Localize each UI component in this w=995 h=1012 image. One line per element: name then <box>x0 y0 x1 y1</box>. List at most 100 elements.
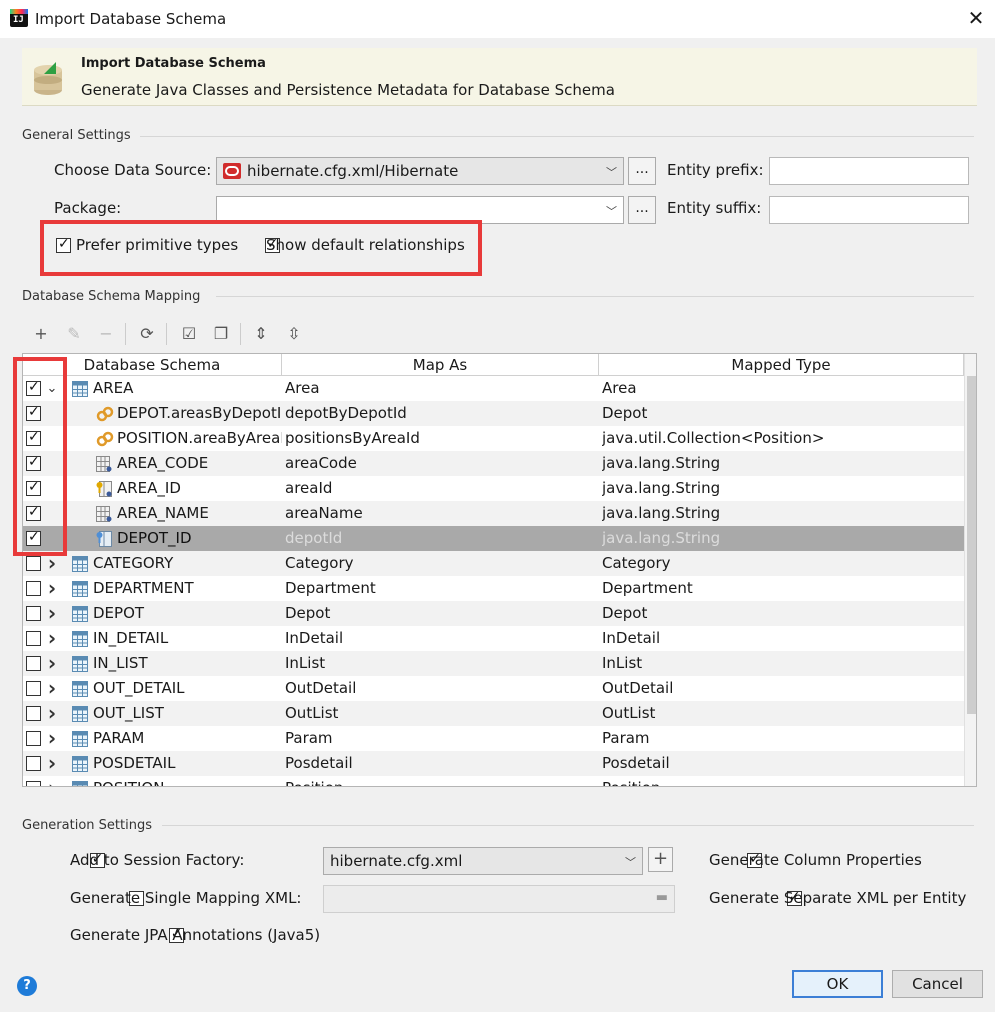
prefer-primitive-checkbox[interactable] <box>56 236 71 253</box>
package-browse-button[interactable]: ... <box>628 196 656 224</box>
relationship-icon <box>96 406 114 422</box>
chevron-right-icon[interactable]: › <box>45 751 59 776</box>
cell-map-as[interactable]: OutList <box>285 701 597 726</box>
table-row[interactable]: AREA_NAME areaNamejava.lang.String <box>23 501 964 526</box>
row-checkbox[interactable] <box>26 606 41 621</box>
cell-map-as[interactable]: OutDetail <box>285 676 597 701</box>
cell-mapped-type[interactable]: Position <box>602 776 962 786</box>
edit-icon[interactable]: ✎ <box>63 323 85 345</box>
cell-mapped-type[interactable]: InDetail <box>602 626 962 651</box>
cell-mapped-type[interactable]: java.lang.String <box>602 476 962 501</box>
data-source-combo[interactable]: hibernate.cfg.xml/Hibernate ﹀ <box>216 157 624 185</box>
cell-map-as[interactable]: depotId <box>285 526 597 551</box>
cell-map-as[interactable]: depotByDepotId <box>285 401 597 426</box>
column-header-mapped-type[interactable]: Mapped Type <box>599 354 964 376</box>
ok-button[interactable]: OK <box>792 970 883 998</box>
table-row[interactable]: › PARAM Param Param <box>23 726 964 751</box>
session-factory-combo[interactable]: hibernate.cfg.xml ﹀ <box>323 847 643 875</box>
table-row[interactable]: DEPOT.areasByDepotIddepotByDepotIdDepot <box>23 401 964 426</box>
table-row[interactable]: ⌄AREAAreaArea <box>23 376 964 401</box>
table-row[interactable]: › POSDETAIL Posdetail Posdetail <box>23 751 964 776</box>
check-all-icon[interactable]: ☑ <box>178 323 200 345</box>
uncheck-all-icon[interactable]: ❐ <box>210 323 232 345</box>
cancel-button[interactable]: Cancel <box>892 970 983 998</box>
chevron-right-icon[interactable]: › <box>45 651 59 676</box>
table-row[interactable]: ›POSITIONPositionPosition <box>23 776 964 786</box>
cell-schema: CATEGORY <box>93 554 174 572</box>
cell-mapped-type[interactable]: java.lang.String <box>602 501 962 526</box>
row-checkbox[interactable] <box>26 781 41 786</box>
chevron-right-icon[interactable]: › <box>45 701 59 726</box>
remove-icon[interactable]: − <box>95 323 117 345</box>
cell-mapped-type[interactable]: Depot <box>602 601 962 626</box>
table-row[interactable]: › DEPOT Depot Depot <box>23 601 964 626</box>
entity-suffix-label: Entity suffix: <box>667 199 762 217</box>
row-checkbox[interactable] <box>26 581 41 596</box>
chevron-right-icon[interactable]: › <box>45 601 59 626</box>
cell-mapped-type[interactable]: java.lang.String <box>602 451 962 476</box>
cell-mapped-type[interactable]: Area <box>602 376 962 401</box>
column-header-map-as[interactable]: Map As <box>282 354 599 376</box>
chevron-right-icon[interactable]: › <box>45 576 59 601</box>
title-bar: IJ Import Database Schema ✕ <box>0 0 995 38</box>
entity-suffix-input[interactable] <box>769 196 969 224</box>
vertical-scrollbar[interactable] <box>964 354 976 786</box>
cell-mapped-type[interactable]: InList <box>602 651 962 676</box>
help-icon[interactable]: ? <box>17 976 37 996</box>
cell-map-as[interactable]: Category <box>285 551 597 576</box>
refresh-icon[interactable]: ⟳ <box>136 323 158 345</box>
chevron-right-icon[interactable]: › <box>45 776 59 786</box>
table-row[interactable]: › IN_LIST InList InList <box>23 651 964 676</box>
entity-prefix-input[interactable] <box>769 157 969 185</box>
cell-map-as[interactable]: areaName <box>285 501 597 526</box>
row-checkbox[interactable] <box>26 756 41 771</box>
toolbar-separator <box>125 323 126 345</box>
cell-map-as[interactable]: InDetail <box>285 626 597 651</box>
row-checkbox[interactable] <box>26 656 41 671</box>
row-checkbox[interactable] <box>26 631 41 646</box>
chevron-right-icon[interactable]: › <box>45 726 59 751</box>
row-checkbox[interactable] <box>26 556 41 571</box>
table-row[interactable]: AREA_ID areaIdjava.lang.String <box>23 476 964 501</box>
table-row[interactable]: › IN_DETAIL InDetail InDetail <box>23 626 964 651</box>
row-checkbox[interactable] <box>26 731 41 746</box>
cell-map-as[interactable]: Depot <box>285 601 597 626</box>
table-row[interactable]: › CATEGORY Category Category <box>23 551 964 576</box>
cell-mapped-type[interactable]: Department <box>602 576 962 601</box>
cell-mapped-type[interactable]: Depot <box>602 401 962 426</box>
add-icon[interactable]: + <box>30 323 52 345</box>
cell-map-as[interactable]: Area <box>285 376 597 401</box>
scrollbar-thumb[interactable] <box>967 376 976 714</box>
row-checkbox[interactable] <box>26 681 41 696</box>
cell-map-as[interactable]: areaId <box>285 476 597 501</box>
table-row[interactable]: › OUT_DETAIL OutDetail OutDetail <box>23 676 964 701</box>
cell-map-as[interactable]: Param <box>285 726 597 751</box>
data-source-browse-button[interactable]: ... <box>628 157 656 185</box>
chevron-right-icon[interactable]: › <box>45 676 59 701</box>
table-row[interactable]: › DEPARTMENT Department Department <box>23 576 964 601</box>
collapse-all-icon[interactable]: ⇳ <box>283 323 305 345</box>
table-row[interactable]: › OUT_LIST OutList OutList <box>23 701 964 726</box>
cell-map-as[interactable]: InList <box>285 651 597 676</box>
row-checkbox[interactable] <box>26 706 41 721</box>
expand-all-icon[interactable]: ⇕ <box>250 323 272 345</box>
close-icon[interactable]: ✕ <box>965 6 987 30</box>
chevron-right-icon[interactable]: › <box>45 626 59 651</box>
table-row[interactable]: AREA_CODE areaCodejava.lang.String <box>23 451 964 476</box>
cell-mapped-type[interactable]: Param <box>602 726 962 751</box>
cell-map-as[interactable]: Posdetail <box>285 751 597 776</box>
folder-icon[interactable]: ▬ <box>656 890 668 905</box>
cell-mapped-type[interactable]: Category <box>602 551 962 576</box>
cell-mapped-type[interactable]: java.util.Collection<Position> <box>602 426 962 451</box>
cell-mapped-type[interactable]: Posdetail <box>602 751 962 776</box>
add-session-factory-button[interactable]: + <box>648 847 673 872</box>
cell-mapped-type[interactable]: OutList <box>602 701 962 726</box>
cell-map-as[interactable]: areaCode <box>285 451 597 476</box>
cell-mapped-type[interactable]: OutDetail <box>602 676 962 701</box>
cell-map-as[interactable]: Position <box>285 776 597 786</box>
cell-mapped-type[interactable]: java.lang.String <box>602 526 962 551</box>
cell-map-as[interactable]: Department <box>285 576 597 601</box>
cell-map-as[interactable]: positionsByAreaId <box>285 426 597 451</box>
table-row[interactable]: DEPOT_ID depotIdjava.lang.String <box>23 526 964 551</box>
table-row[interactable]: POSITION.areaByAreaIdpositionsByAreaIdja… <box>23 426 964 451</box>
